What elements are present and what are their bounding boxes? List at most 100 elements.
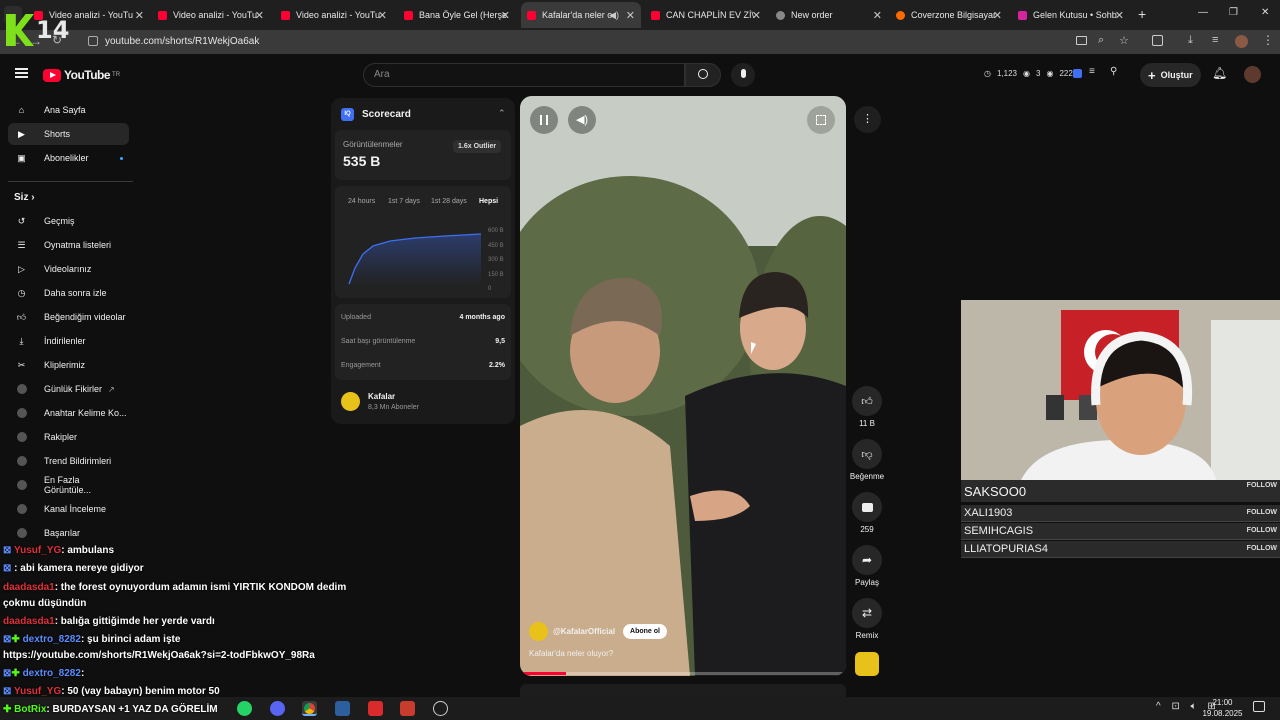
sound-thumbnail[interactable] — [855, 652, 879, 676]
channel-card[interactable]: Kafalar 8,3 Mn Aboneler — [335, 386, 511, 418]
browser-tab[interactable]: Coverzone Bilgisayar ✕ — [890, 2, 1008, 28]
hamburger-menu-icon[interactable] — [15, 68, 28, 78]
next-video-preview[interactable] — [520, 684, 846, 697]
notification-center-icon[interactable] — [1253, 701, 1265, 712]
close-icon[interactable]: ✕ — [378, 9, 387, 22]
new-tab-icon[interactable]: + — [1138, 6, 1146, 22]
pause-button[interactable] — [530, 106, 558, 134]
close-icon[interactable]: ✕ — [626, 9, 635, 22]
extensions-icon[interactable] — [1152, 35, 1163, 46]
sidebar-item-playlists[interactable]: ☰ Oynatma listeleri — [8, 234, 129, 256]
close-window-icon[interactable]: ✕ — [1261, 7, 1269, 18]
fullscreen-button[interactable] — [807, 106, 835, 134]
browser-tab[interactable]: Gelen Kutusu • Sohb ✕ — [1012, 2, 1130, 28]
progress-track[interactable] — [520, 672, 846, 675]
browser-tab[interactable]: Video analizi - YouTu ✕ — [275, 2, 393, 28]
winrar-icon[interactable] — [400, 701, 415, 716]
bookmark-star-icon[interactable]: ☆ — [1119, 34, 1129, 47]
maximize-icon[interactable]: ❐ — [1229, 7, 1238, 18]
like-button[interactable]: 👍︎ — [852, 386, 882, 416]
tab-title: Coverzone Bilgisayar — [911, 10, 997, 20]
zoom-icon[interactable]: ⌕ — [1098, 34, 1104, 47]
sidebar-channel[interactable]: Başarılar — [8, 522, 129, 544]
sidebar-channel[interactable]: Rakipler — [8, 426, 129, 448]
sidebar-item-downloads[interactable]: ⤓ İndirilenler — [8, 330, 129, 352]
discord-icon[interactable] — [270, 701, 285, 716]
sidebar-channel[interactable]: Anahtar Kelime Ko... — [8, 402, 129, 424]
profile-avatar[interactable] — [1235, 35, 1248, 48]
range-tab-7d[interactable]: 1st 7 days — [388, 198, 420, 205]
close-icon[interactable]: ✕ — [255, 9, 264, 22]
clock-date: 19.08.2025 — [1202, 709, 1243, 718]
youtube-logo[interactable]: YouTube TR — [43, 68, 120, 82]
subscribe-button[interactable]: Abone ol — [623, 624, 667, 639]
clock[interactable]: 21:00 19.08.2025 — [1200, 697, 1245, 719]
app-icon[interactable] — [433, 701, 448, 716]
channel-handle[interactable]: @KafalarOfficial — [553, 627, 615, 636]
channel-avatar[interactable] — [529, 622, 548, 641]
verified-badge-icon: ✚ — [11, 634, 20, 645]
chrome-icon[interactable] — [302, 701, 317, 716]
more-options-button[interactable]: ⋮ — [854, 106, 881, 133]
browser-tab[interactable]: New order ✕ — [770, 2, 888, 28]
chat-message: ✚ BotRix: BURDAYSAN +1 YAZ DA GÖRELİM — [3, 704, 218, 715]
collapse-chevron-icon[interactable]: ⌃ — [498, 108, 506, 119]
close-icon[interactable]: ✕ — [135, 9, 144, 22]
create-button[interactable]: + Oluştur — [1140, 63, 1201, 87]
whatsapp-icon[interactable] — [237, 701, 252, 716]
close-icon[interactable]: ✕ — [752, 9, 761, 22]
app-icon[interactable] — [368, 701, 383, 716]
media-icon[interactable]: ≡ — [1212, 34, 1218, 46]
download-icon[interactable]: ⤓ — [1188, 34, 1193, 47]
share-button[interactable]: ➦ — [852, 545, 882, 575]
vidiq-icon[interactable] — [1073, 69, 1082, 78]
sidebar-item-home[interactable]: ⌂ Ana Sayfa — [8, 99, 129, 121]
range-tab-24h[interactable]: 24 hours — [348, 198, 375, 205]
sidebar-item-shorts[interactable]: ▶ Shorts — [8, 123, 129, 145]
close-icon[interactable]: ✕ — [501, 9, 510, 22]
sidebar-item-history[interactable]: ↺ Geçmiş — [8, 210, 129, 232]
remix-button[interactable]: ⇄ — [852, 598, 882, 628]
browser-tab[interactable]: Bana Öyle Gel (Herşe ✕ — [398, 2, 516, 28]
speaker-icon[interactable]: ◀) — [609, 10, 619, 21]
short-video-player[interactable]: ◀) @KafalarOfficial Abone ol Kafalar'da … — [520, 96, 846, 676]
sidebar-item-clips[interactable]: ✂ Kliplerimiz — [8, 354, 129, 376]
browser-tab[interactable]: Video analizi - YouTu ✕ — [152, 2, 270, 28]
notifications-bell-icon[interactable]: 🔔︎ — [1212, 66, 1227, 80]
account-avatar[interactable] — [1244, 66, 1261, 83]
sidebar-item-watch-later[interactable]: ◷ Daha sonra izle — [8, 282, 129, 304]
list-icon[interactable]: ≡ — [1089, 66, 1095, 77]
dislike-button[interactable]: 👎︎ — [852, 439, 882, 469]
comments-button[interactable] — [852, 492, 882, 522]
browser-tab[interactable]: CAN CHAPLİN EV Zİ\ ✕ — [645, 2, 767, 28]
extension-icon[interactable]: ⚲ — [1110, 66, 1117, 77]
app-icon[interactable] — [335, 701, 350, 716]
sidebar-item-your-videos[interactable]: ▷ Videolarınız — [8, 258, 129, 280]
minimize-icon[interactable]: — — [1198, 7, 1208, 18]
close-icon[interactable]: ✕ — [993, 9, 1002, 22]
sidebar-channel[interactable]: Kanal İnceleme — [8, 498, 129, 520]
search-input[interactable]: Ara — [363, 63, 685, 87]
close-icon[interactable]: ✕ — [1115, 9, 1124, 22]
sidebar-item-subscriptions[interactable]: ▣ Abonelikler — [8, 147, 129, 169]
close-icon[interactable]: ✕ — [873, 9, 882, 22]
url-field[interactable]: youtube.com/shorts/R1WekjOa6ak — [105, 36, 259, 47]
search-button[interactable] — [685, 63, 721, 87]
sidebar-item-liked-videos[interactable]: 👍︎ Beğendiğim videolar — [8, 306, 129, 328]
menu-icon[interactable]: ⋮ — [1262, 33, 1274, 47]
video-caption: Kafalar'da neler oluyor? — [529, 649, 614, 658]
you-heading[interactable]: Siz › — [14, 192, 35, 203]
cast-icon[interactable] — [1076, 36, 1087, 45]
tab-title: Gelen Kutusu • Sohb — [1033, 10, 1117, 20]
site-info-icon[interactable] — [88, 36, 98, 46]
stats-widget[interactable]: ◷ 1,123 ◉ 3 ◉ 222 — [984, 69, 1073, 78]
pause-icon — [540, 115, 548, 125]
volume-button[interactable]: ◀) — [568, 106, 596, 134]
range-tab-28d[interactable]: 1st 28 days — [431, 198, 467, 205]
range-tab-all[interactable]: Hepsi — [479, 198, 498, 205]
sidebar-channel[interactable]: Trend Bildirimleri — [8, 450, 129, 472]
sidebar-channel[interactable]: En Fazla Görüntüle... — [8, 474, 129, 496]
voice-search-button[interactable] — [731, 63, 755, 87]
sidebar-channel[interactable]: Günlük Fikirler ↗ — [8, 378, 129, 400]
browser-tab-active[interactable]: Kafalar'da neler o ◀) ✕ — [521, 2, 641, 28]
